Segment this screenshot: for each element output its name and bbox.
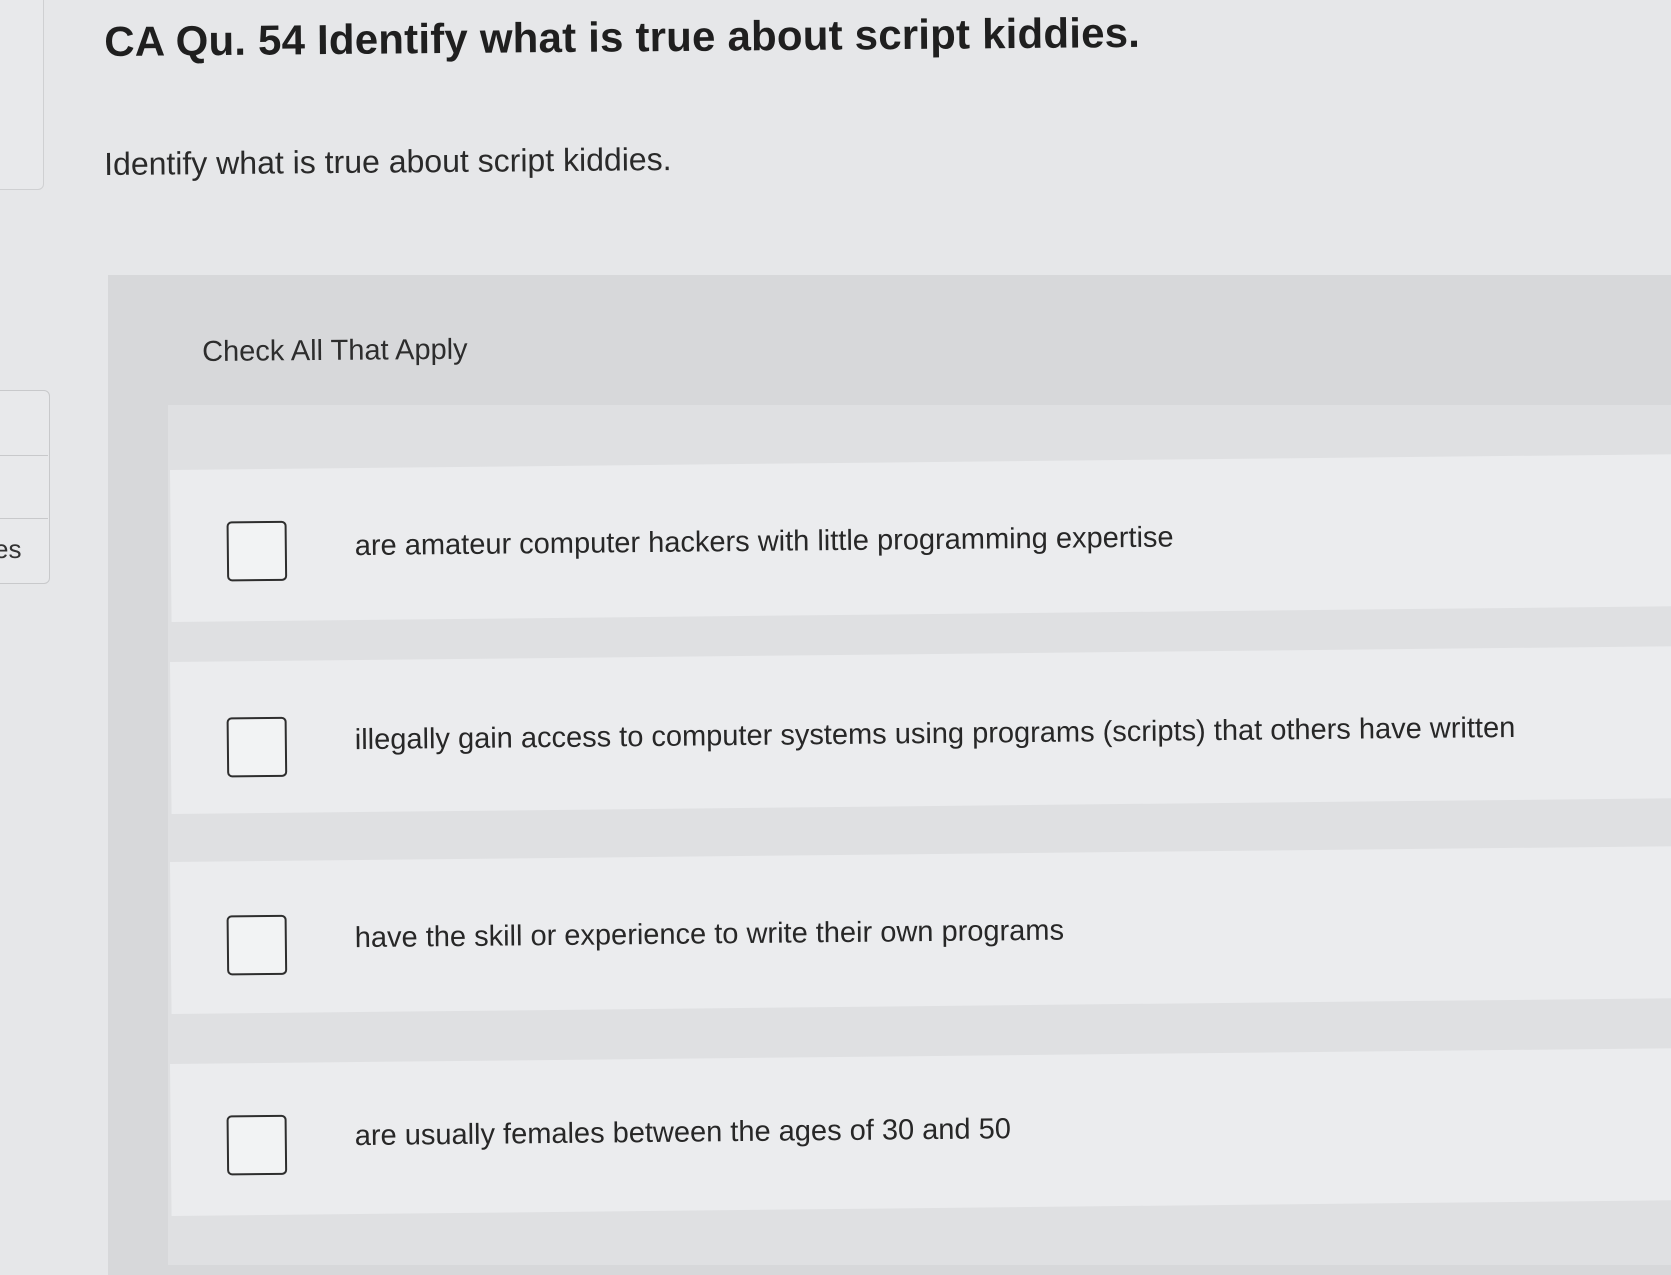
option-checkbox[interactable] [226,520,288,582]
check-all-instruction: Check All That Apply [202,333,468,368]
option-label[interactable]: are amateur computer hackers with little… [355,521,1174,563]
question-title: CA Qu. 54 Identify what is true about sc… [104,8,1141,65]
sidebar-panel-top[interactable] [0,0,44,190]
option-label[interactable]: have the skill or experience to write th… [355,915,1065,955]
option-checkbox[interactable] [226,716,288,778]
answer-option-4[interactable]: are usually females between the ages of … [170,1048,1671,1216]
answer-option-2[interactable]: illegally gain access to computer system… [170,646,1671,814]
answer-option-3[interactable]: have the skill or experience to write th… [170,846,1671,1014]
option-label[interactable]: are usually females between the ages of … [355,1113,1011,1153]
answer-option-1[interactable]: are amateur computer hackers with little… [170,454,1671,622]
sidebar-item-label[interactable]: es [0,534,21,565]
sidebar-divider [0,518,48,519]
left-sidebar: es [0,0,50,1255]
option-checkbox[interactable] [226,1114,288,1176]
option-checkbox[interactable] [226,914,288,976]
option-label[interactable]: illegally gain access to computer system… [355,712,1516,757]
sidebar-divider [0,455,48,456]
question-prompt: Identify what is true about script kiddi… [104,141,672,182]
